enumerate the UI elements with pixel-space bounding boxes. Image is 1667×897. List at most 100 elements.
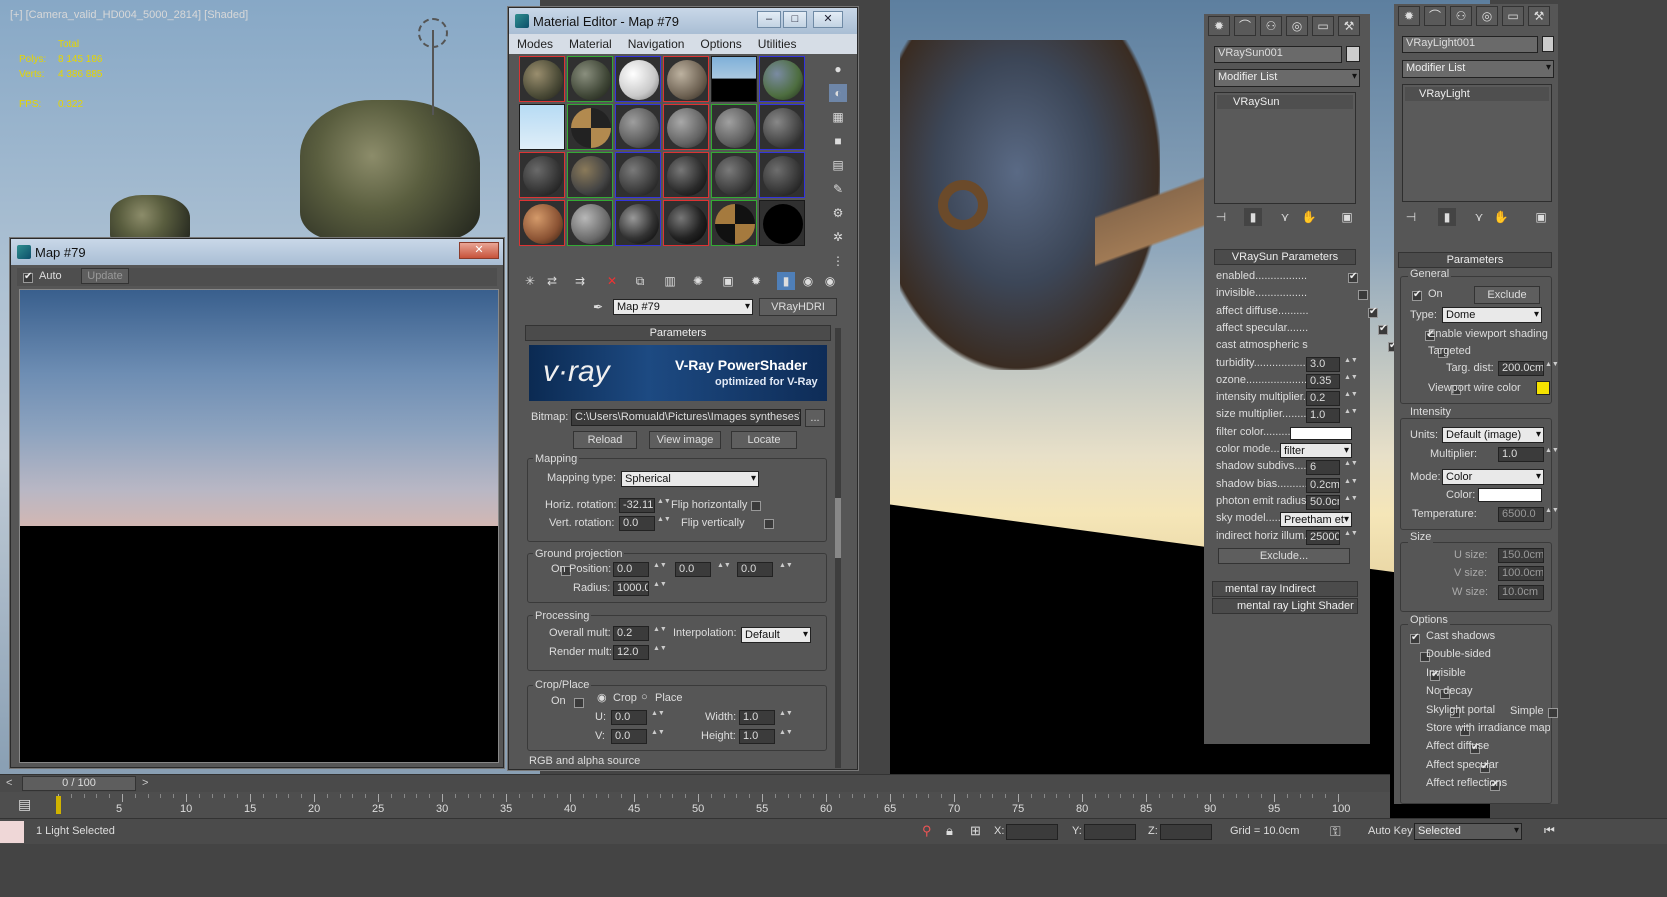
sun-param-spinner[interactable]: ▲▼ [1344,357,1358,372]
current-frame-marker[interactable] [56,796,61,814]
put-to-library-icon[interactable]: ▥ [661,272,679,290]
sun-param-field[interactable]: 1.0 [1306,408,1340,424]
material-slot[interactable] [615,56,661,102]
units-dropdown[interactable]: Default (image) [1442,427,1544,443]
pos-z-field[interactable]: 0.0 [737,562,773,577]
sun-param-spinner[interactable]: ▲▼ [1344,530,1358,545]
menu-modes[interactable]: Modes [509,37,561,51]
me-titlebar[interactable]: Material Editor - Map #79 – □ ✕ [509,8,857,34]
vraysun-rollout-header[interactable]: VRaySun Parameters [1214,249,1356,265]
maximize-button[interactable]: □ [783,11,807,28]
viewport-label[interactable]: [+] [Camera_valid_HD004_5000_2814] [Shad… [10,9,248,21]
material-editor[interactable]: Material Editor - Map #79 – □ ✕ Modes Ma… [508,7,858,770]
interp-dropdown[interactable]: Default [741,627,811,643]
sun-param-field[interactable]: 50.0cm [1306,494,1340,510]
minimize-button[interactable]: – [757,11,781,28]
sun-param-checkbox[interactable] [1368,306,1378,318]
display-tab-icon[interactable]: ▭ [1312,16,1334,36]
height-spinner[interactable]: ▲▼ [779,729,793,744]
mr-indirect-rollout[interactable]: mental ray Indirect Illumination [1212,581,1358,609]
display-tab-icon[interactable]: ▭ [1502,6,1524,26]
v-field[interactable]: 0.0 [611,729,647,744]
multiplier-spinner[interactable]: ▲▼ [1545,447,1559,462]
material-slot[interactable] [663,152,709,198]
material-slot[interactable] [663,56,709,102]
isolate-icon[interactable]: ⚲ [922,823,932,839]
material-slot[interactable] [519,56,565,102]
auto-key-button[interactable]: Auto Key [1368,825,1413,837]
sun-filter-color-swatch[interactable] [1290,426,1352,440]
make-unique-icon[interactable]: ⋎ [1276,208,1294,226]
material-slot[interactable] [663,104,709,150]
put-to-scene-icon[interactable]: ⇄ [543,272,561,290]
material-slot[interactable] [519,200,565,246]
pos-y-spinner[interactable]: ▲▼ [717,562,731,577]
pos-x-spinner[interactable]: ▲▼ [653,562,667,577]
flip-h-checkbox[interactable] [751,501,761,512]
radius-spinner[interactable]: ▲▼ [653,581,667,596]
material-slot[interactable] [519,104,565,150]
hierarchy-tab-icon[interactable]: ⚇ [1450,6,1472,26]
usize-field[interactable]: 150.0cm [1498,548,1544,563]
pos-x-field[interactable]: 0.0 [613,562,649,577]
create-tab-icon[interactable]: ✹ [1398,6,1420,26]
view-image-button[interactable]: View image [649,431,721,449]
show-end-result-icon[interactable]: ▮ [1244,208,1262,226]
bitmap-path[interactable]: C:\Users\Romuald\Pictures\Images synthes… [571,409,801,426]
sun-param-field[interactable]: 0.2 [1306,391,1340,407]
curve-editor-icon[interactable]: ▤ [18,796,31,813]
trackbar[interactable]: 5 10 15 20 25 30 35 40 45 50 55 60 65 70 75 80 85 90 95 100 [0,792,1390,818]
mapping-type-dropdown[interactable]: Spherical [621,471,759,487]
object-color-swatch[interactable] [1542,36,1554,52]
vert-rot-spinner[interactable]: ▲▼ [657,516,671,531]
get-material-icon[interactable]: ✳ [521,272,539,290]
material-slot[interactable] [615,104,661,150]
select-by-material-icon[interactable]: ✲ [829,228,847,246]
show-end-result-icon[interactable]: ✹ [747,272,765,290]
material-slot[interactable] [711,200,757,246]
modifier-list-dropdown[interactable]: Modifier List [1402,60,1554,78]
sun-param-field[interactable]: 0.2cm [1306,477,1340,493]
flip-v-checkbox[interactable] [764,519,775,530]
time-slider[interactable]: 0 / 100 [22,776,136,791]
reset-icon[interactable]: ✕ [603,272,621,290]
width-field[interactable]: 1.0 [739,710,775,725]
sun-param-field[interactable]: 25000. [1306,529,1340,545]
type-dropdown[interactable]: Dome [1442,307,1542,323]
pin-stack-icon[interactable]: ⊣ [1402,208,1420,226]
modify-tab-icon[interactable]: ⌒ [1424,6,1446,26]
render-field[interactable]: 12.0 [613,645,649,660]
sun-param-field[interactable]: 6 [1306,460,1340,476]
sun-param-spinner[interactable]: ▲▼ [1344,391,1358,406]
overall-field[interactable]: 0.2 [613,626,649,641]
maxscript-mini-listener[interactable] [0,821,24,843]
locate-button[interactable]: Locate [731,431,797,449]
make-unique-icon[interactable]: ⋎ [1470,208,1488,226]
params-header[interactable]: Parameters [525,325,831,341]
material-slot[interactable] [567,152,613,198]
sun-param-spinner[interactable]: ▲▼ [1344,408,1358,423]
key-filter-dropdown[interactable]: Selected [1414,823,1522,840]
make-unique-icon[interactable]: ⧉ [631,272,649,290]
temperature-field[interactable]: 6500.0 [1498,507,1544,522]
pos-y-field[interactable]: 0.0 [675,562,711,577]
vert-rot-field[interactable]: 0.0 [619,516,655,531]
material-slot[interactable] [759,200,805,246]
mr-light-rollout[interactable]: mental ray Light Shader [1212,598,1358,614]
assign-icon[interactable]: ⇉ [571,272,589,290]
backlight-icon[interactable]: ◐ [829,84,847,102]
menu-material[interactable]: Material [561,37,620,51]
go-to-parent-icon[interactable]: ▮ [777,272,795,290]
modify-tab-icon[interactable]: ⌒ [1234,16,1256,36]
hierarchy-tab-icon[interactable]: ⚇ [1260,16,1282,36]
crop-radio[interactable]: ◉ [597,691,607,704]
prev-frame-icon[interactable]: < [6,777,12,789]
remove-modifier-icon[interactable]: ✋ [1300,208,1318,226]
video-check-icon[interactable]: ▤ [829,156,847,174]
absolute-mode-icon[interactable]: ⊞ [970,823,981,839]
place-radio[interactable]: ○ [641,691,648,703]
on-checkbox[interactable] [1412,289,1422,302]
sun-param-checkbox[interactable] [1378,323,1388,335]
horiz-rot-spinner[interactable]: ▲▼ [657,498,671,513]
height-field[interactable]: 1.0 [739,729,775,744]
